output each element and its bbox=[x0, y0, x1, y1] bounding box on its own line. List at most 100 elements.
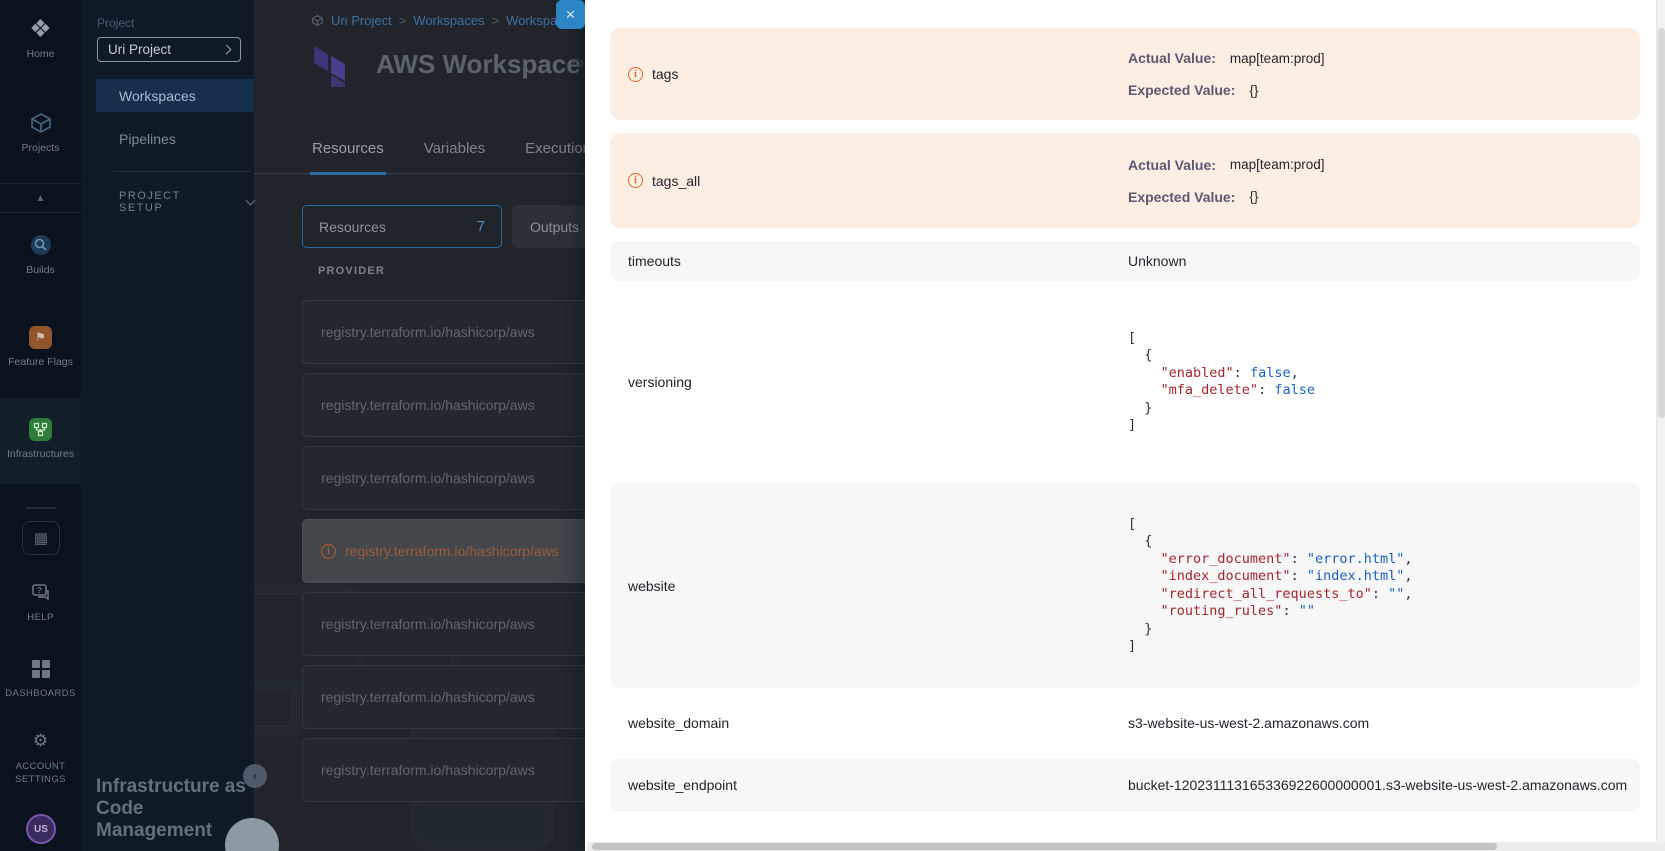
project-setup-label: PROJECT SETUP bbox=[119, 190, 225, 214]
actual-value: map[team:prod] bbox=[1230, 51, 1325, 66]
project-sidebar: Project Uri Project Workspaces Pipelines… bbox=[81, 0, 254, 851]
rail-item-label: Infrastructures bbox=[0, 448, 81, 460]
provider-cell: registry.terraform.io/hashicorp/aws bbox=[321, 324, 535, 340]
breadcrumb-separator: > bbox=[399, 13, 407, 28]
provider-cell: registry.terraform.io/hashicorp/aws bbox=[321, 762, 535, 778]
sidebar-collapse-handle[interactable]: ‹ bbox=[243, 764, 267, 788]
workspace-tabs: Resources Variables Executions bbox=[254, 130, 585, 174]
provider-cell: registry.terraform.io/hashicorp/aws bbox=[345, 543, 559, 559]
workspace-cube-icon bbox=[311, 14, 324, 27]
attribute-json-value: [ { "error_document": "error.html", "ind… bbox=[1128, 516, 1640, 656]
provider-cell: registry.terraform.io/hashicorp/aws bbox=[321, 397, 535, 413]
table-row[interactable]: registry.terraform.io/hashicorp/aws bbox=[302, 665, 585, 729]
drift-details-drawer: × itagsActual Value:map[team:prod]Expect… bbox=[585, 0, 1665, 851]
module-selector-icon[interactable]: ▦ bbox=[22, 521, 60, 555]
cube-icon bbox=[0, 110, 81, 136]
crumb-workspaces[interactable]: Workspaces bbox=[413, 13, 484, 28]
vertical-scrollbar bbox=[1656, 0, 1665, 842]
rail-item-feature-flags[interactable]: ⚑ Feature Flags bbox=[0, 324, 81, 368]
rail-item-dashboards[interactable]: DASHBOARDS bbox=[0, 656, 81, 699]
app-background: ❖ Home Projects ▲ Builds ⚑ bbox=[0, 0, 585, 851]
infrastructures-icon bbox=[29, 418, 52, 441]
crumb-uri-project[interactable]: Uri Project bbox=[331, 13, 392, 28]
breadcrumb-separator: > bbox=[492, 13, 500, 28]
close-drawer-button[interactable]: × bbox=[556, 0, 585, 29]
horizontal-scrollbar bbox=[587, 842, 1665, 851]
outputs-card[interactable]: Outputs bbox=[512, 205, 585, 248]
table-row[interactable]: registry.terraform.io/hashicorp/aws bbox=[302, 592, 585, 656]
help-chat-icon: ? bbox=[0, 580, 81, 606]
tab-variables[interactable]: Variables bbox=[422, 130, 487, 173]
attribute-name: website_endpoint bbox=[628, 777, 737, 793]
attribute-value-cell: Unknown bbox=[1128, 253, 1640, 269]
table-row[interactable]: registry.terraform.io/hashicorp/aws bbox=[302, 373, 585, 437]
table-row[interactable]: registry.terraform.io/hashicorp/aws bbox=[302, 446, 585, 510]
rail-item-label: Feature Flags bbox=[0, 356, 81, 368]
provider-column-header: PROVIDER bbox=[318, 265, 385, 277]
sidebar-item-pipelines[interactable]: Pipelines bbox=[96, 122, 254, 155]
attribute-value-cell: [ { "error_document": "error.html", "ind… bbox=[1128, 516, 1640, 656]
actual-value-line: Actual Value:map[team:prod] bbox=[1128, 157, 1640, 173]
expected-value: {} bbox=[1249, 83, 1258, 98]
drift-row-timeouts: timeouts Unknown bbox=[610, 241, 1640, 281]
table-row[interactable]: registry.terraform.io/hashicorp/aws bbox=[302, 300, 585, 364]
rail-scroll-up[interactable]: ▲ bbox=[0, 183, 81, 213]
attribute-value-cell: [ { "enabled": false, "mfa_delete": fals… bbox=[1128, 330, 1640, 435]
rail-item-label: ACCOUNT SETTINGS bbox=[10, 760, 72, 786]
breadcrumb: Uri Project>Workspaces>Workspace - AW bbox=[311, 13, 585, 28]
rail-divider bbox=[26, 507, 56, 509]
resources-card[interactable]: Resources 7 bbox=[302, 205, 502, 248]
attribute-name: timeouts bbox=[628, 253, 681, 269]
drift-row-versioning: versioning [ { "enabled": false, "mfa_del… bbox=[610, 281, 1640, 483]
iacm-watermark: Infrastructure as Code Management bbox=[96, 776, 326, 842]
rail-item-account-settings[interactable]: ⚙ ACCOUNT SETTINGS bbox=[0, 728, 81, 786]
attribute-json-value: [ { "enabled": false, "mfa_delete": fals… bbox=[1128, 330, 1640, 435]
attribute-value-cell: bucket-120231113165336922600000001.s3-we… bbox=[1128, 777, 1640, 793]
drift-row-tags_all: itags_allActual Value:map[team:prod] Expe… bbox=[610, 133, 1640, 228]
rail-item-label: HELP bbox=[0, 612, 81, 623]
gear-icon: ⚙ bbox=[33, 731, 48, 751]
rail-item-infrastructures[interactable]: Infrastructures bbox=[0, 416, 81, 460]
drift-row-website_domain: website_domain s3-website-us-west-2.amazo… bbox=[610, 688, 1640, 758]
expected-value-label: Expected Value: bbox=[1128, 189, 1235, 205]
rail-item-label: Builds bbox=[0, 264, 81, 276]
vertical-scrollbar-thumb[interactable] bbox=[1658, 28, 1665, 418]
sidebar-divider bbox=[113, 171, 250, 172]
tab-executions[interactable]: Executions bbox=[523, 130, 585, 173]
attribute-value: s3-website-us-west-2.amazonaws.com bbox=[1128, 715, 1369, 731]
user-avatar[interactable]: US bbox=[26, 814, 56, 844]
project-setup-toggle[interactable]: PROJECT SETUP bbox=[119, 190, 254, 214]
rail-item-builds[interactable]: Builds bbox=[0, 232, 81, 276]
rail-item-home[interactable]: ❖ Home bbox=[0, 16, 81, 60]
attribute-name-cell: timeouts bbox=[628, 253, 1128, 269]
rail-item-help[interactable]: ? HELP bbox=[0, 580, 81, 623]
tab-resources[interactable]: Resources bbox=[310, 130, 386, 175]
rail-item-label: DASHBOARDS bbox=[0, 688, 81, 699]
workspace-id-snippet: ID bbox=[572, 58, 584, 70]
attribute-value-cell: Actual Value:map[team:prod] Expected Valu… bbox=[1128, 50, 1640, 98]
horizontal-scrollbar-thumb[interactable] bbox=[592, 843, 1497, 850]
actual-value: map[team:prod] bbox=[1230, 157, 1325, 172]
attribute-name-cell: website_endpoint bbox=[628, 777, 1128, 793]
feature-flags-icon: ⚑ bbox=[29, 326, 52, 349]
attribute-name: website_domain bbox=[628, 715, 729, 731]
drift-rows: itagsActual Value:map[team:prod]Expected… bbox=[585, 28, 1665, 812]
resources-card-label: Resources bbox=[319, 219, 386, 235]
actual-value-line: Actual Value:map[team:prod] bbox=[1128, 50, 1640, 66]
drift-warning-icon: i bbox=[321, 544, 336, 559]
attribute-name-cell: itags_all bbox=[628, 173, 1128, 189]
project-label: Project bbox=[97, 16, 134, 30]
expected-value-line: Expected Value: {} bbox=[1128, 82, 1640, 98]
table-row[interactable]: i registry.terraform.io/hashicorp/aws bbox=[302, 519, 585, 583]
rail-item-projects[interactable]: Projects bbox=[0, 110, 81, 154]
rail-item-label: Projects bbox=[0, 142, 81, 154]
table-row[interactable]: registry.terraform.io/hashicorp/aws bbox=[302, 738, 585, 802]
attribute-name: versioning bbox=[628, 374, 692, 390]
expected-value-label: Expected Value: bbox=[1128, 82, 1235, 98]
project-selector[interactable]: Uri Project bbox=[97, 37, 241, 62]
provider-cell: registry.terraform.io/hashicorp/aws bbox=[321, 689, 535, 705]
attribute-name-cell: website bbox=[628, 578, 1128, 594]
sidebar-item-workspaces[interactable]: Workspaces bbox=[96, 79, 254, 112]
resources-table: registry.terraform.io/hashicorp/aws regis… bbox=[302, 300, 585, 811]
drift-row-tags: itagsActual Value:map[team:prod]Expected… bbox=[610, 28, 1640, 120]
